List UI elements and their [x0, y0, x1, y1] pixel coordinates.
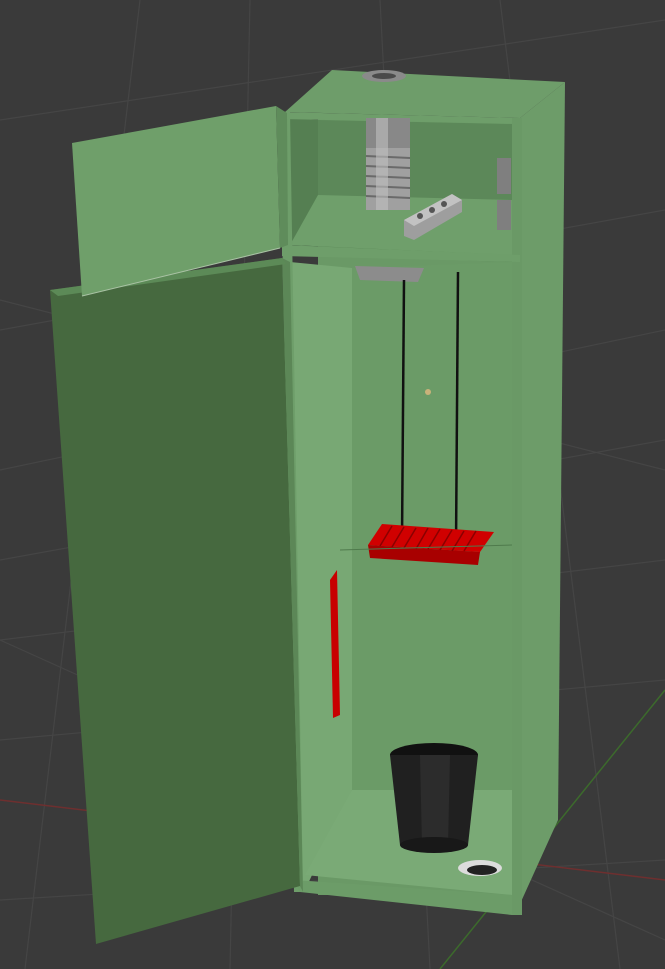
bucket-icon[interactable] — [390, 743, 478, 853]
lower-compartment-back — [352, 262, 512, 790]
door-panel-icon[interactable] — [50, 258, 300, 944]
upper-right-block — [497, 158, 511, 194]
threaded-rod-icon[interactable] — [365, 118, 411, 210]
cabinet-top[interactable] — [285, 70, 565, 118]
scene-canvas[interactable] — [0, 0, 665, 969]
cabinet-front-edge-right[interactable] — [512, 118, 522, 915]
hex-nut-icon[interactable] — [355, 266, 424, 282]
cabinet-right-side[interactable] — [515, 82, 565, 915]
pivot-dot — [425, 389, 431, 395]
3d-viewport[interactable] — [0, 0, 665, 969]
